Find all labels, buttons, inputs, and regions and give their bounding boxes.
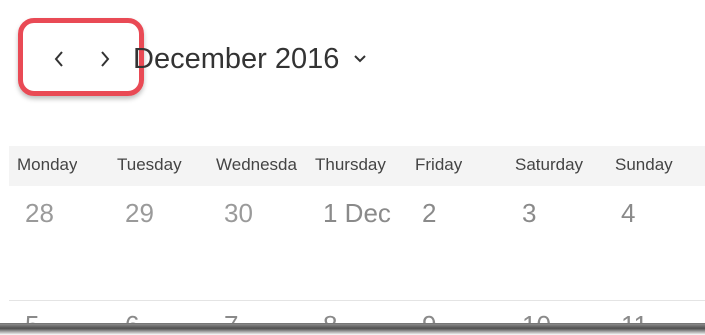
day-cell[interactable]: 30 — [224, 198, 253, 229]
weekday-monday: Monday — [17, 155, 78, 174]
month-selector[interactable]: December 2016 — [133, 41, 367, 77]
chevron-right-icon — [99, 50, 111, 68]
chevron-left-icon — [53, 50, 65, 68]
day-cell[interactable]: 28 — [25, 198, 54, 229]
weekday-saturday: Saturday — [515, 155, 584, 174]
previous-month-button[interactable] — [45, 42, 73, 76]
day-cell[interactable]: 29 — [125, 198, 154, 229]
calendar-page: December 2016 Monday Tuesday Wednesda Th… — [0, 0, 705, 335]
weekday-sunday: Sunday — [615, 155, 673, 174]
day-cell[interactable]: 2 — [422, 198, 436, 229]
screenshot-edge-shadow — [0, 324, 705, 335]
month-label: December 2016 — [133, 43, 340, 75]
weekday-header: Monday Tuesday Wednesda Thursday Friday … — [9, 146, 705, 186]
week-divider — [9, 300, 705, 301]
next-month-button[interactable] — [91, 42, 119, 76]
weekday-wednesday: Wednesda — [216, 155, 297, 174]
highlight-callout — [18, 18, 144, 96]
weekday-thursday: Thursday — [315, 155, 386, 174]
day-cell[interactable]: 3 — [522, 198, 536, 229]
day-cell[interactable]: 1 Dec — [323, 198, 391, 229]
day-cell[interactable]: 4 — [621, 198, 635, 229]
chevron-down-icon — [353, 54, 367, 64]
weekday-tuesday: Tuesday — [117, 155, 182, 174]
weekday-friday: Friday — [415, 155, 463, 174]
